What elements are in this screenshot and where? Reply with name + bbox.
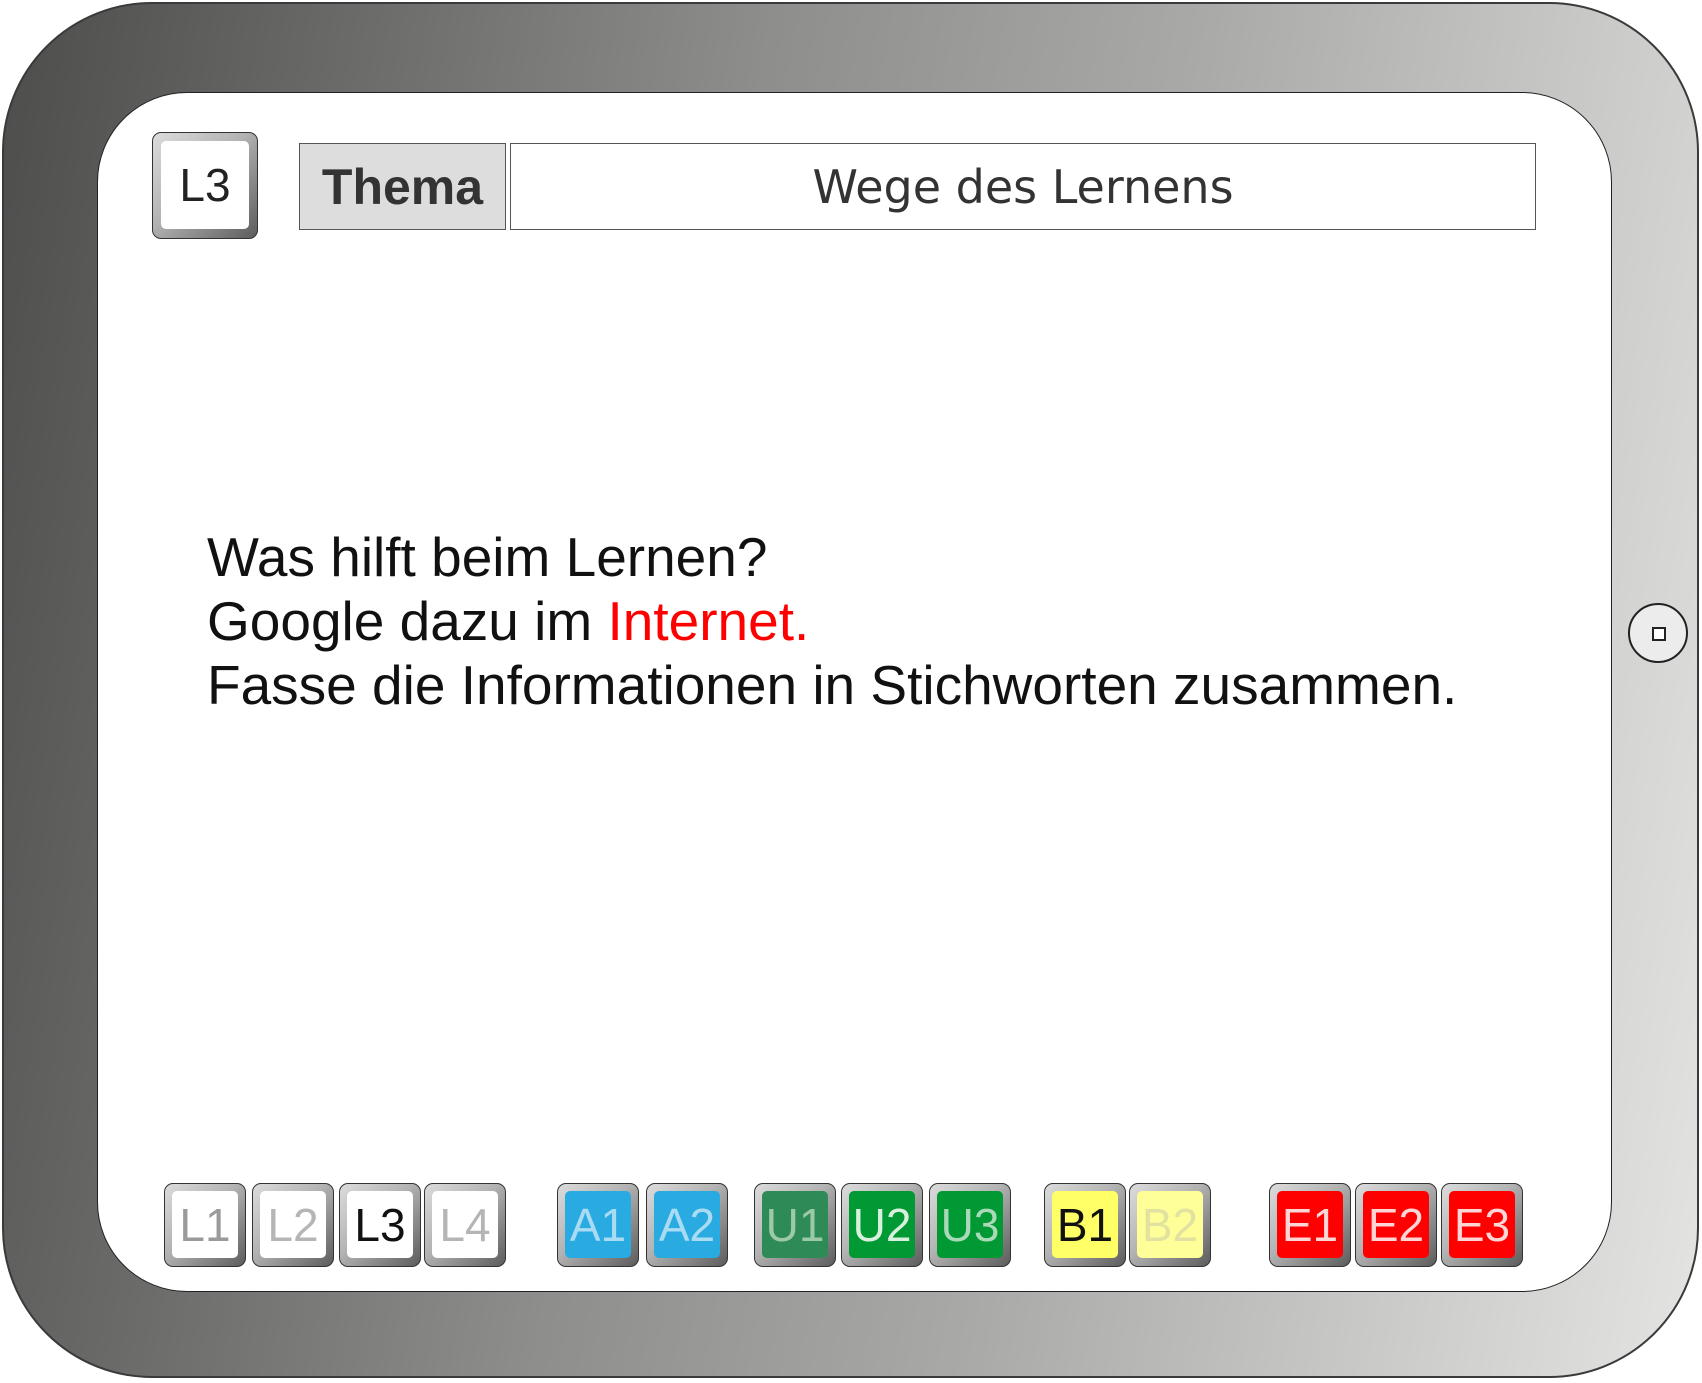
task-line-3: Fasse die Informationen in Stichworten z…: [207, 654, 1458, 716]
current-level-badge: L3: [152, 132, 258, 239]
task-line-1: Was hilft beim Lernen?: [207, 526, 768, 588]
home-button[interactable]: [1628, 603, 1688, 663]
nav-button-l1[interactable]: L1: [164, 1183, 246, 1267]
nav-button-l2[interactable]: L2: [252, 1183, 334, 1267]
topic-title: Wege des Lernens: [510, 143, 1536, 230]
task-line-2-text: Google dazu im: [207, 590, 608, 652]
nav-button-l4[interactable]: L4: [424, 1183, 506, 1267]
nav-button-e3[interactable]: E3: [1441, 1183, 1523, 1267]
nav-button-l3[interactable]: L3: [339, 1183, 421, 1267]
nav-label-b1: B1: [1052, 1191, 1118, 1258]
nav-label-e1: E1: [1277, 1191, 1343, 1258]
nav-label-l1: L1: [172, 1191, 238, 1258]
nav-button-a2[interactable]: A2: [646, 1183, 728, 1267]
nav-label-u1: U1: [762, 1191, 828, 1258]
internet-link[interactable]: Internet.: [608, 590, 810, 652]
nav-button-a1[interactable]: A1: [557, 1183, 639, 1267]
nav-button-u2[interactable]: U2: [841, 1183, 923, 1267]
nav-label-l2: L2: [260, 1191, 326, 1258]
nav-label-u2: U2: [849, 1191, 915, 1258]
nav-button-e1[interactable]: E1: [1269, 1183, 1351, 1267]
nav-button-u3[interactable]: U3: [929, 1183, 1011, 1267]
nav-label-u3: U3: [937, 1191, 1003, 1258]
task-instructions: Was hilft beim Lernen? Google dazu im In…: [207, 525, 1557, 717]
nav-button-u1[interactable]: U1: [754, 1183, 836, 1267]
task-line-2: Google dazu im Internet.: [207, 589, 1557, 653]
nav-label-e2: E2: [1363, 1191, 1429, 1258]
nav-label-a1: A1: [565, 1191, 631, 1258]
nav-button-e2[interactable]: E2: [1355, 1183, 1437, 1267]
nav-label-b2: B2: [1137, 1191, 1203, 1258]
nav-button-b1[interactable]: B1: [1044, 1183, 1126, 1267]
nav-label-l3: L3: [347, 1191, 413, 1258]
nav-button-b2[interactable]: B2: [1129, 1183, 1211, 1267]
nav-label-e3: E3: [1449, 1191, 1515, 1258]
current-level-badge-label: L3: [161, 141, 249, 229]
nav-label-a2: A2: [654, 1191, 720, 1258]
nav-label-l4: L4: [432, 1191, 498, 1258]
topic-label: Thema: [299, 143, 506, 230]
home-square-icon: [1652, 627, 1666, 641]
